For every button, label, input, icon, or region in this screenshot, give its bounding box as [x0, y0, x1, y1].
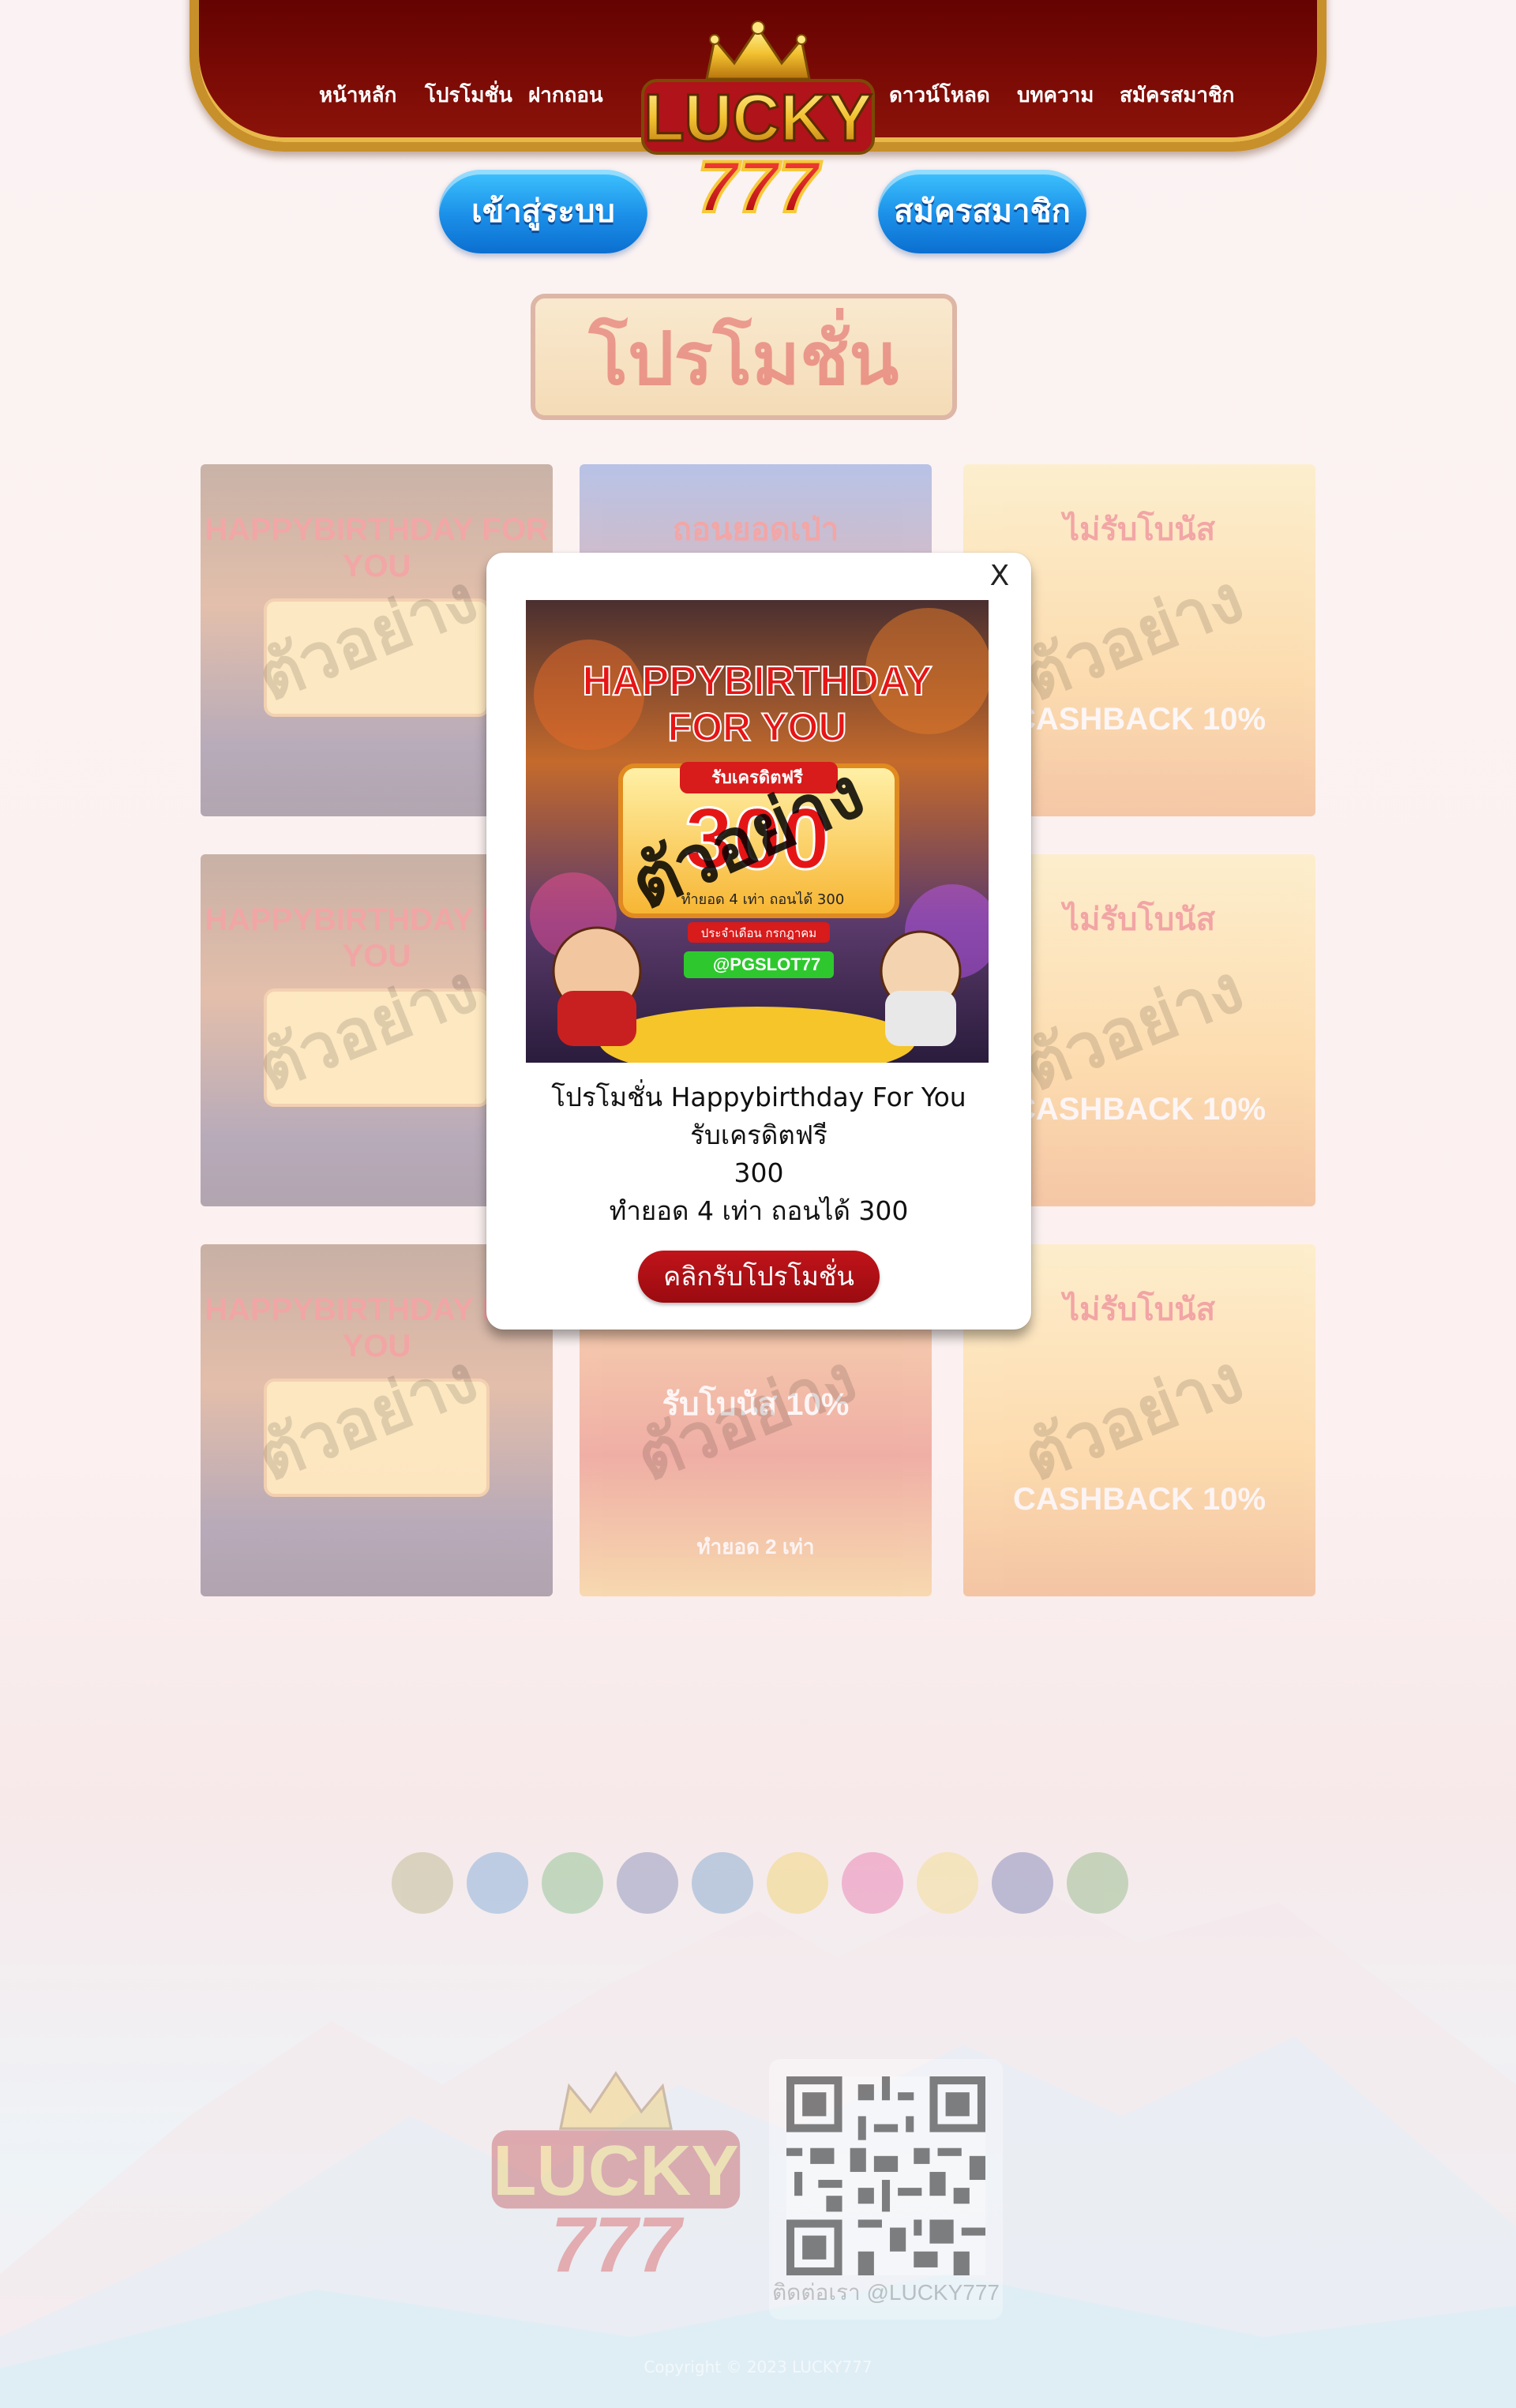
promo-description: โปรโมชั่น Happybirthday For You รับเครดิ… — [486, 1078, 1031, 1230]
svg-text:FOR YOU: FOR YOU — [668, 705, 847, 749]
close-icon[interactable]: X — [982, 559, 1017, 594]
promo-title: โปรโมชั่น Happybirthday For You — [551, 1082, 966, 1112]
promo-subtitle: รับเครดิตฟรี — [690, 1120, 827, 1150]
svg-text:ประจำเดือน กรกฎาคม: ประจำเดือน กรกฎาคม — [701, 926, 816, 940]
svg-text:HAPPYBIRTHDAY: HAPPYBIRTHDAY — [582, 658, 932, 704]
promo-modal: X รับเครดิตฟรี HAPPYBIRTHDAY FOR YOU 300… — [486, 553, 1031, 1330]
claim-promotion-button[interactable]: คลิกรับโปรโมชั่น — [638, 1251, 880, 1303]
promo-condition: ทำยอด 4 เท่า ถอนได้ 300 — [609, 1195, 909, 1226]
promo-amount: 300 — [734, 1157, 784, 1188]
svg-text:@PGSLOT77: @PGSLOT77 — [713, 955, 820, 974]
promo-banner-image: รับเครดิตฟรี HAPPYBIRTHDAY FOR YOU 300 ท… — [526, 600, 989, 1063]
